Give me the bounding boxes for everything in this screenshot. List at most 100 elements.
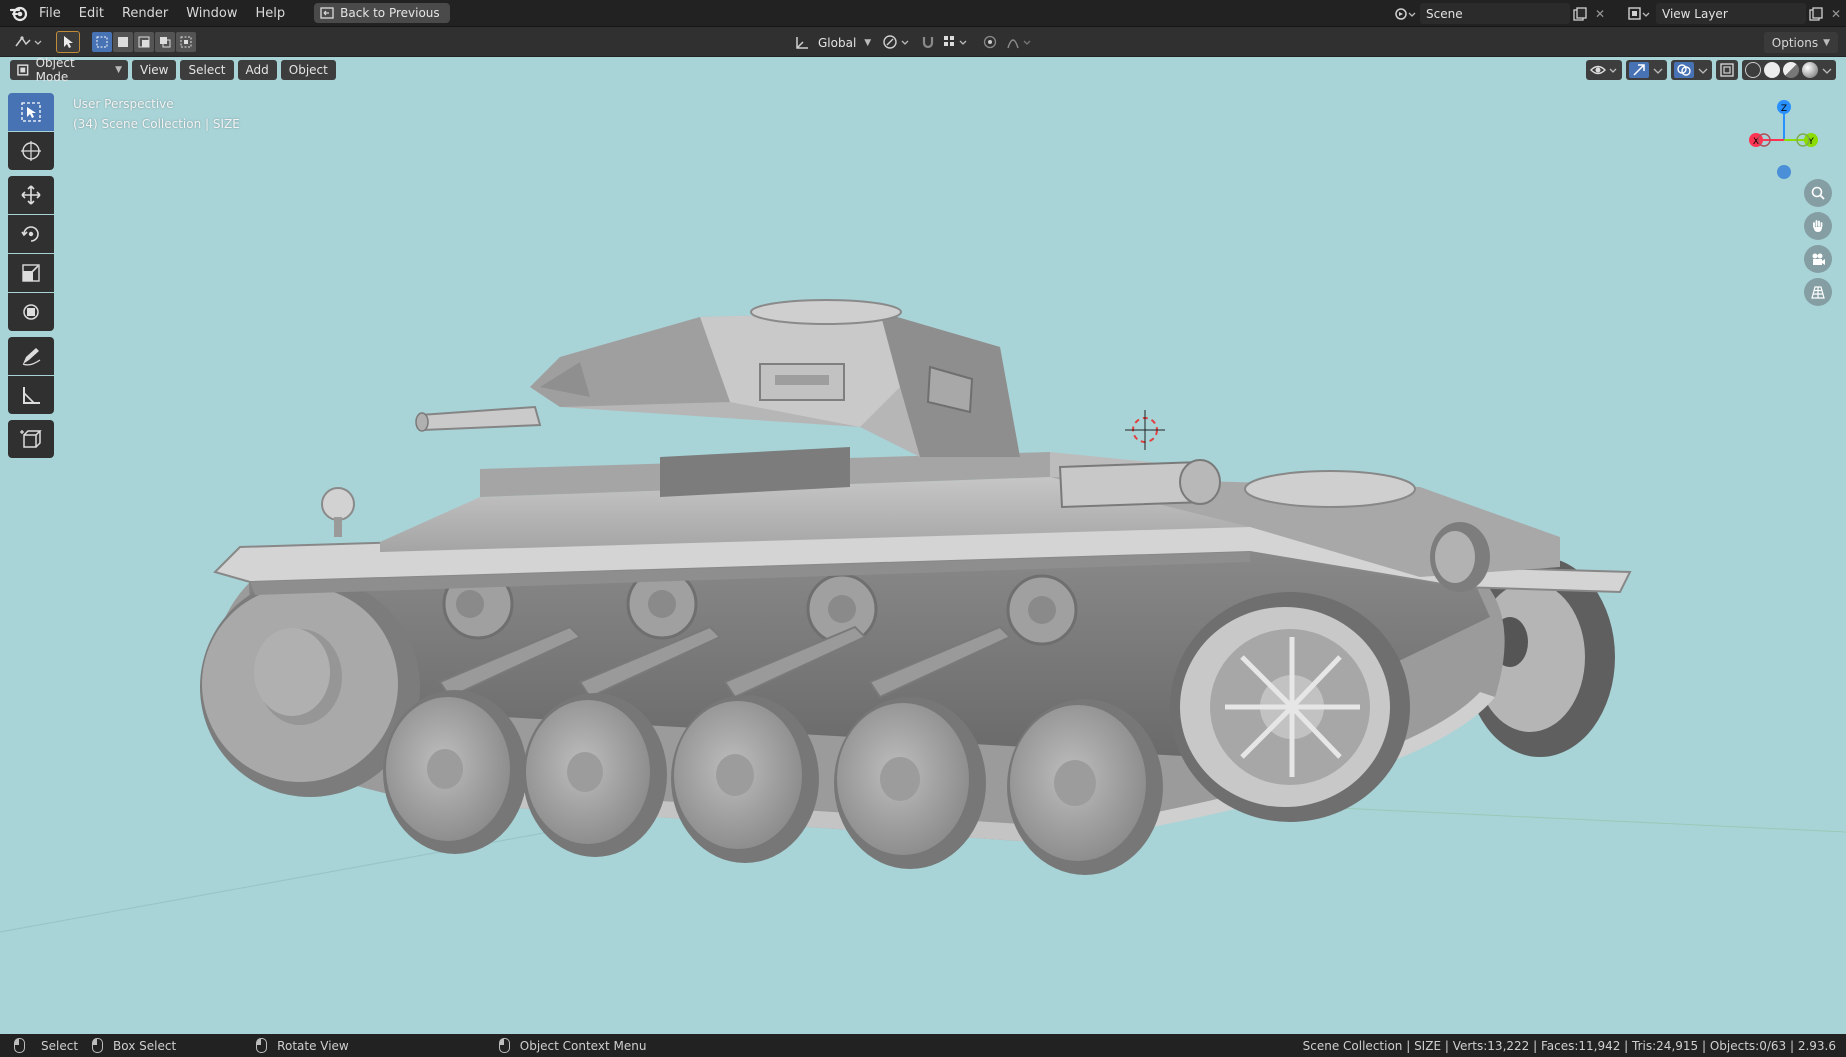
orientation-icon [796, 36, 808, 49]
viewport-info-overlay: User Perspective (34) Scene Collection |… [73, 94, 240, 134]
drive-sprocket [1170, 592, 1410, 822]
perspective-label: User Perspective [73, 97, 174, 111]
mode-subtract-icon[interactable] [134, 32, 154, 52]
move-tool[interactable] [8, 176, 54, 214]
view-layer-name-field[interactable]: View Layer [1656, 3, 1806, 24]
snap-target-icon[interactable] [940, 31, 974, 53]
add-cube-tool[interactable] [8, 420, 54, 458]
overlays-toggle[interactable] [1671, 60, 1712, 80]
options-label: Options [1771, 35, 1819, 50]
blender-logo-icon[interactable] [8, 2, 30, 24]
chevron-down-icon: ▼ [1823, 37, 1830, 48]
move-icon [21, 185, 41, 205]
status-box-select-label: Box Select [113, 1038, 177, 1053]
transform-orientation-label: Global [818, 35, 857, 50]
view-layer-name: View Layer [1662, 6, 1728, 21]
new-view-layer-icon[interactable] [1806, 4, 1826, 24]
gun-barrel [415, 405, 542, 432]
transform-icon [23, 304, 39, 320]
status-context-hint: Object Context Menu [498, 1038, 647, 1053]
editor-type-icon[interactable] [10, 31, 46, 53]
camera-view-icon[interactable] [1804, 245, 1832, 273]
status-select-hint: Select [14, 1038, 78, 1053]
menu-render[interactable]: Render [113, 0, 177, 27]
xray-toggle[interactable] [1716, 60, 1738, 80]
rotate-icon [21, 226, 39, 242]
back-to-previous-button[interactable]: Back to Previous [314, 3, 450, 23]
view-layer-selector-icon[interactable] [1622, 4, 1656, 24]
transform-tool[interactable] [8, 293, 54, 331]
close-scene-icon[interactable]: ✕ [1590, 4, 1610, 24]
wireframe-shading-icon[interactable] [1745, 62, 1761, 78]
viewport-header-right [1586, 60, 1836, 82]
chevron-down-icon: ▼ [115, 65, 122, 75]
annotate-tool[interactable] [8, 337, 54, 375]
collection-info-label: (34) Scene Collection | SIZE [73, 117, 240, 131]
falloff-icon[interactable] [1004, 31, 1038, 53]
solid-shading-icon[interactable] [1764, 62, 1780, 78]
3d-viewport[interactable]: Object Mode ▼ View Select Add Object Use… [0, 57, 1846, 1034]
menu-help[interactable]: Help [247, 0, 295, 27]
measure-tool[interactable] [8, 376, 54, 414]
zoom-icon[interactable] [1804, 179, 1832, 207]
mode-set-icon[interactable] [92, 32, 112, 52]
status-context-label: Object Context Menu [519, 1038, 647, 1053]
status-rotate-label: Rotate View [277, 1038, 349, 1053]
select-box-tool[interactable] [8, 93, 54, 131]
mode-extend-icon[interactable] [113, 32, 133, 52]
viewport-nav-buttons [1804, 179, 1832, 306]
mouse-left-icon [14, 1038, 25, 1053]
screen-icon [320, 7, 334, 19]
mode-invert-icon[interactable] [155, 32, 175, 52]
navigation-gizmo[interactable]: Z X Y [1734, 93, 1834, 193]
cursor-tool[interactable] [8, 132, 54, 170]
options-dropdown[interactable]: Options ▼ [1763, 32, 1838, 53]
rotate-tool[interactable] [8, 215, 54, 253]
select-box-icon [21, 102, 41, 122]
eye-icon [1590, 65, 1617, 75]
new-scene-icon[interactable] [1570, 4, 1590, 24]
transform-orientation-dropdown[interactable]: Global ▼ [786, 32, 879, 53]
select-menu[interactable]: Select [180, 60, 234, 80]
mode-label: Object Mode [35, 57, 75, 84]
overlays-icon [1674, 62, 1694, 78]
chevron-down-icon[interactable] [1821, 62, 1833, 78]
turret [530, 299, 1020, 457]
scene-selector-icon[interactable] [1390, 4, 1420, 24]
gizmo-neg-z-axis[interactable] [1777, 165, 1791, 179]
chevron-down-icon: ▼ [864, 37, 872, 48]
muffler [1058, 459, 1221, 509]
menu-file[interactable]: File [30, 0, 70, 27]
tool-shelf [8, 93, 56, 459]
rendered-shading-icon[interactable] [1802, 62, 1818, 78]
scene-name-field[interactable]: Scene [1420, 3, 1570, 24]
gizmo-toggle[interactable] [1626, 60, 1667, 80]
close-view-layer-icon[interactable]: ✕ [1826, 4, 1846, 24]
object-menu[interactable]: Object [280, 60, 336, 80]
material-shading-icon[interactable] [1783, 62, 1799, 78]
status-box-select-hint: Box Select [92, 1038, 176, 1053]
view-menu[interactable]: View [132, 60, 177, 80]
menu-window[interactable]: Window [177, 0, 246, 27]
menu-edit[interactable]: Edit [70, 0, 113, 27]
3d-cursor [1125, 410, 1165, 450]
selection-mode-group [92, 32, 196, 52]
status-bar: Select Box Select Rotate View Object Con… [0, 1034, 1846, 1057]
perspective-toggle-icon[interactable] [1804, 278, 1832, 306]
pivot-point-icon[interactable] [880, 31, 914, 53]
back-button-label: Back to Previous [340, 6, 440, 20]
status-rotate-hint: Rotate View [256, 1038, 349, 1053]
visibility-dropdown[interactable] [1586, 60, 1622, 80]
snap-toggle-icon[interactable] [918, 31, 938, 53]
add-menu[interactable]: Add [237, 60, 277, 80]
scale-tool[interactable] [8, 254, 54, 292]
status-select-label: Select [41, 1038, 79, 1053]
object-mode-dropdown[interactable]: Object Mode ▼ [10, 57, 128, 84]
shading-mode-group [1742, 60, 1836, 80]
proportional-edit-icon[interactable] [980, 31, 1000, 53]
tank-model [200, 299, 1632, 875]
pan-hand-icon[interactable] [1804, 212, 1832, 240]
mouse-drag-icon [92, 1038, 104, 1053]
mode-intersect-icon[interactable] [176, 32, 196, 52]
active-tool-icon[interactable] [56, 31, 80, 53]
